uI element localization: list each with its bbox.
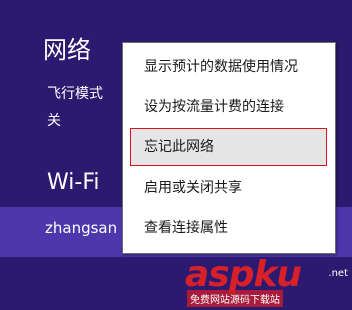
network-name: zhangsan xyxy=(45,219,118,237)
watermark-net: .net xyxy=(328,268,348,279)
wifi-section-header: Wi-Fi xyxy=(47,170,100,195)
menu-item-view-properties[interactable]: 查看连接属性 xyxy=(123,209,335,247)
menu-item-show-data-usage[interactable]: 显示预计的数据使用情况 xyxy=(123,48,335,86)
watermark-tagline: 免费网站源码下载站 xyxy=(187,290,283,307)
panel-title: 网络 xyxy=(43,36,91,64)
menu-item-set-metered[interactable]: 设为按流量计费的连接 xyxy=(123,88,335,126)
menu-item-forget-network[interactable]: 忘记此网络 xyxy=(130,128,327,166)
site-watermark-logo: aspku .net 免费网站源码下载站 xyxy=(185,254,352,310)
network-context-menu: 显示预计的数据使用情况 设为按流量计费的连接 忘记此网络 启用或关闭共享 查看连… xyxy=(122,42,336,254)
airplane-mode-state[interactable]: 关 xyxy=(47,110,61,130)
menu-item-toggle-sharing[interactable]: 启用或关闭共享 xyxy=(123,169,335,207)
watermark-brand: aspku xyxy=(185,254,302,295)
airplane-mode-label: 飞行模式 xyxy=(47,86,103,102)
